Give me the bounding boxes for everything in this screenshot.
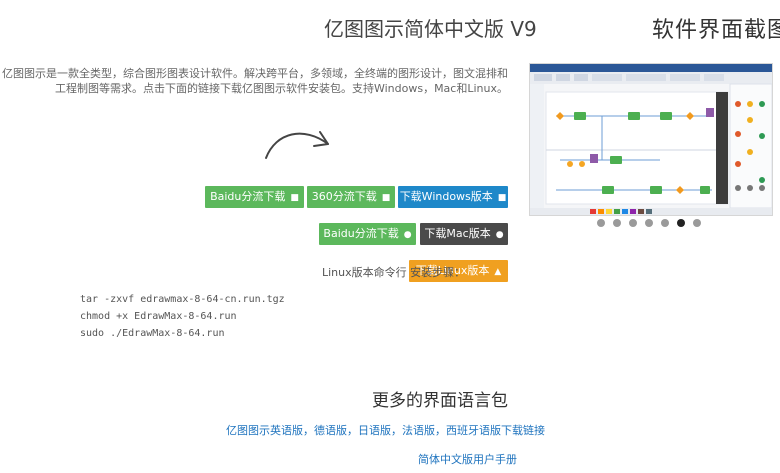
download-mac-button[interactable]: 下载Mac版本 ●	[420, 223, 508, 245]
linux-command-run: sudo ./EdrawMax-8-64.run	[80, 328, 225, 339]
product-description: 亿图图示是一款全类型，综合图形图表设计软件。解决跨平台，多领域，全终端的图形设计…	[2, 67, 508, 95]
carousel-dot-active[interactable]	[677, 219, 685, 227]
linux-commands: tar -zxvf edrawmax-8-64-cn.run.tgz chmod…	[80, 291, 285, 342]
windows-icon: ■	[497, 193, 507, 203]
linux-command-chmod: chmod +x EdrawMax-8-64.run	[80, 311, 237, 322]
carousel-dot[interactable]	[597, 219, 605, 227]
linux-icon: ▲	[494, 267, 502, 277]
download-icon: ■	[381, 193, 391, 203]
screenshot-image	[530, 64, 772, 215]
linux-command-extract: tar -zxvf edrawmax-8-64-cn.run.tgz	[80, 294, 285, 305]
carousel-dot[interactable]	[629, 219, 637, 227]
download-icon: ●	[403, 230, 412, 240]
apple-icon: ●	[495, 230, 504, 240]
download-windows-label: 下载Windows版本	[399, 190, 493, 203]
screenshot-section-title: 软件界面截图	[652, 18, 780, 43]
more-languages-title: 更多的界面语言包	[372, 391, 508, 411]
download-baidu-windows-button[interactable]: Baidu分流下载 ■	[205, 186, 304, 208]
carousel-indicators	[597, 219, 707, 231]
linux-install-hint: Linux版本命令行 安装步骤：	[322, 266, 466, 279]
carousel-dot[interactable]	[645, 219, 653, 227]
download-360-button[interactable]: 360分流下载 ■	[307, 186, 395, 208]
download-mac-label: 下载Mac版本	[424, 227, 491, 240]
download-icon: ■	[290, 193, 299, 203]
download-baidu-mac-button[interactable]: Baidu分流下载 ●	[319, 223, 416, 245]
download-360-label: 360分流下载	[311, 190, 377, 203]
software-screenshot[interactable]	[529, 63, 773, 216]
download-baidu-mac-label: Baidu分流下载	[323, 227, 399, 240]
curved-arrow-icon	[262, 124, 334, 162]
product-title: 亿图图示简体中文版 V9	[324, 17, 537, 41]
download-baidu-windows-label: Baidu分流下载	[210, 190, 286, 203]
carousel-dot[interactable]	[661, 219, 669, 227]
carousel-dot[interactable]	[693, 219, 701, 227]
download-windows-button[interactable]: 下载Windows版本 ■	[398, 186, 508, 208]
carousel-dot[interactable]	[613, 219, 621, 227]
user-manual-link[interactable]: 简体中文版用户手册	[418, 451, 517, 467]
language-versions-link[interactable]: 亿图图示英语版，德语版，日语版，法语版，西班牙语版下载链接	[226, 422, 545, 438]
